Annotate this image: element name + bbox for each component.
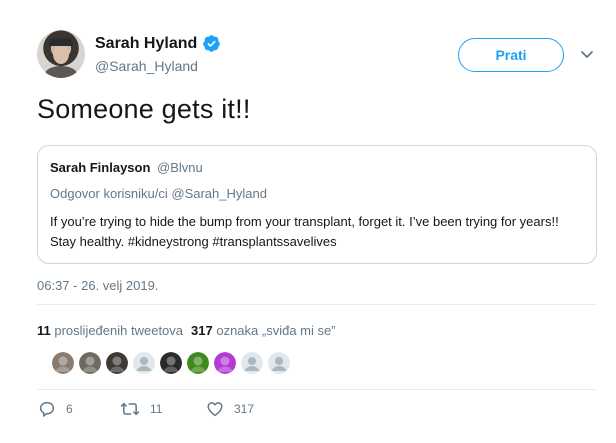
reply-button[interactable]: 6	[38, 400, 120, 418]
user-photo-icon	[214, 352, 236, 374]
retweet-stat[interactable]: 11 proslijeđenih tweetova	[37, 323, 183, 338]
liker-avatar[interactable]	[79, 352, 101, 374]
user-photo-icon	[79, 352, 101, 374]
default-avatar-icon	[241, 352, 263, 374]
quoted-tweet-header: Sarah Finlayson @Blvnu	[50, 160, 203, 175]
user-photo-icon	[106, 352, 128, 374]
tweet-card: Sarah Hyland @Sarah_Hyland Prati Someone…	[0, 0, 616, 443]
heart-icon	[207, 402, 223, 417]
avatar-headband-shape	[49, 38, 73, 46]
retweet-icon	[120, 402, 140, 416]
quoted-tweet[interactable]: Sarah Finlayson @Blvnu Odgovor korisniku…	[37, 145, 597, 264]
author-handle[interactable]: @Sarah_Hyland	[95, 58, 198, 74]
tweet-actions: 6 11 317	[38, 400, 254, 418]
retweet-stat-count: 11	[37, 323, 51, 338]
author-display-name[interactable]: Sarah Hyland	[95, 35, 197, 53]
like-stat-count: 317	[191, 323, 213, 338]
quoted-reply-context: Odgovor korisniku/ci @Sarah_Hyland	[50, 186, 267, 201]
follow-button[interactable]: Prati	[458, 38, 564, 72]
user-photo-icon	[187, 352, 209, 374]
like-count: 317	[234, 402, 255, 416]
liker-avatar[interactable]	[133, 352, 155, 374]
user-photo-icon	[160, 352, 182, 374]
retweet-stat-label: proslijeđenih tweetova	[54, 323, 184, 338]
retweet-button[interactable]: 11	[120, 400, 206, 418]
default-avatar-icon	[268, 352, 290, 374]
author-avatar[interactable]	[37, 30, 85, 78]
quoted-author-name: Sarah Finlayson	[50, 160, 151, 175]
like-stat[interactable]: 317 oznaka „sviđa mi se”	[191, 323, 336, 338]
tweet-stats: 11 proslijeđenih tweetova 317 oznaka „svi…	[37, 323, 336, 338]
reply-count: 6	[66, 402, 73, 416]
tweet-timestamp[interactable]: 06:37 - 26. velj 2019.	[37, 278, 158, 293]
liker-avatar[interactable]	[160, 352, 182, 374]
liker-avatar[interactable]	[268, 352, 290, 374]
liker-avatars	[52, 352, 290, 374]
liker-avatar[interactable]	[241, 352, 263, 374]
divider	[37, 304, 597, 305]
liker-avatar[interactable]	[106, 352, 128, 374]
user-photo-icon	[52, 352, 74, 374]
tweet-text: Someone gets it!!	[37, 94, 251, 124]
verified-badge-icon	[203, 35, 221, 52]
avatar-face-shape	[53, 44, 69, 64]
chevron-down-icon[interactable]	[580, 50, 594, 60]
like-button[interactable]: 317	[206, 400, 254, 418]
divider	[37, 389, 597, 390]
quoted-tweet-text: If you’re trying to hide the bump from y…	[50, 214, 559, 249]
reply-icon	[39, 401, 55, 418]
like-stat-label: oznaka „sviđa mi se”	[216, 323, 336, 338]
default-avatar-icon	[133, 352, 155, 374]
liker-avatar[interactable]	[187, 352, 209, 374]
author-name-row[interactable]: Sarah Hyland	[95, 34, 221, 53]
liker-avatar[interactable]	[52, 352, 74, 374]
avatar-body-shape	[45, 66, 77, 78]
retweet-count: 11	[150, 402, 163, 416]
liker-avatar[interactable]	[214, 352, 236, 374]
quoted-author-handle: @Blvnu	[157, 160, 203, 175]
